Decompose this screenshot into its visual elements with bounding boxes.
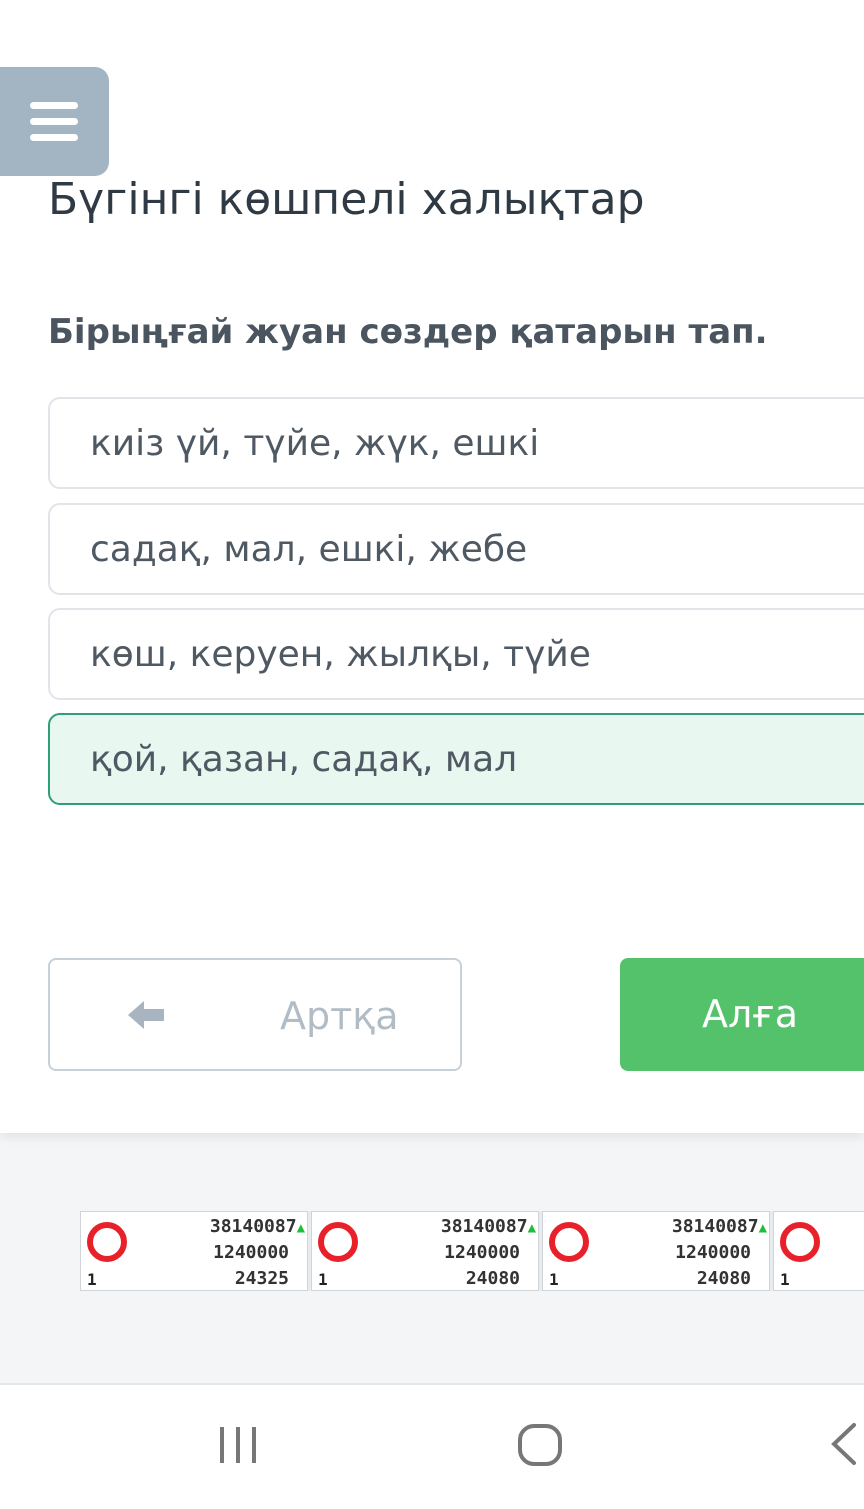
red-circle-icon: [87, 1222, 127, 1262]
ad-line-1: 38140087▲: [671, 1216, 767, 1237]
ad-line-2: 1240000: [213, 1242, 289, 1263]
page-title: Бүгінгі көшпелі халықтар: [48, 174, 645, 225]
next-button-label: Алға: [702, 992, 799, 1036]
lesson-card: Бүгінгі көшпелі халықтар Бірыңғай жуан с…: [0, 0, 864, 1133]
ad-banner[interactable]: 1 38140087▲ 1240000 24325 1 38140087▲ 12…: [80, 1211, 864, 1291]
arrow-left-icon: [128, 1001, 164, 1029]
ad-cell: 1 38140087▲ 1240000 24080: [311, 1211, 539, 1291]
ad-cell: 1: [773, 1211, 864, 1291]
red-circle-icon: [780, 1222, 820, 1262]
ad-cell: 1 38140087▲ 1240000 24325: [80, 1211, 308, 1291]
ad-line-3: 24325: [234, 1268, 289, 1289]
next-button[interactable]: Алға: [620, 958, 864, 1071]
back-button-label: Артқа: [280, 994, 399, 1038]
system-navigation-bar: [0, 1383, 864, 1509]
answer-option-label: садақ, мал, ешкі, жебе: [90, 529, 528, 570]
ad-index: 1: [87, 1270, 97, 1289]
back-button[interactable]: Артқа: [48, 958, 462, 1071]
ad-line-2: 1240000: [675, 1242, 751, 1263]
answer-option-label: көш, керуен, жылқы, түйе: [90, 634, 591, 675]
red-circle-icon: [318, 1222, 358, 1262]
back-chevron-icon[interactable]: [826, 1421, 860, 1467]
answer-option-4[interactable]: қой, қазан, садақ, мал: [48, 713, 864, 805]
answer-option-label: киіз үй, түйе, жүк, ешкі: [90, 423, 540, 464]
up-triangle-icon: ▲: [758, 1220, 767, 1236]
ad-cell: 1 38140087▲ 1240000 24080: [542, 1211, 770, 1291]
ad-index: 1: [549, 1270, 559, 1289]
up-triangle-icon: ▲: [527, 1220, 536, 1236]
ad-line-1: 38140087▲: [440, 1216, 536, 1237]
ad-line-2: 1240000: [444, 1242, 520, 1263]
ad-line-3: 24080: [696, 1268, 751, 1289]
ad-line-3: 24080: [465, 1268, 520, 1289]
red-circle-icon: [549, 1222, 589, 1262]
ad-line-1: 38140087▲: [209, 1216, 305, 1237]
answer-option-label: қой, қазан, садақ, мал: [90, 739, 518, 780]
answer-option-1[interactable]: киіз үй, түйе, жүк, ешкі: [48, 397, 864, 489]
answer-option-3[interactable]: көш, керуен, жылқы, түйе: [48, 608, 864, 700]
recents-icon[interactable]: [216, 1423, 260, 1467]
ad-index: 1: [318, 1270, 328, 1289]
question-text: Бірыңғай жуан сөздер қатарын тап.: [48, 312, 768, 352]
ad-index: 1: [780, 1270, 790, 1289]
home-icon[interactable]: [516, 1423, 564, 1467]
answer-option-2[interactable]: садақ, мал, ешкі, жебе: [48, 503, 864, 595]
menu-button[interactable]: [0, 67, 109, 176]
up-triangle-icon: ▲: [296, 1220, 305, 1236]
